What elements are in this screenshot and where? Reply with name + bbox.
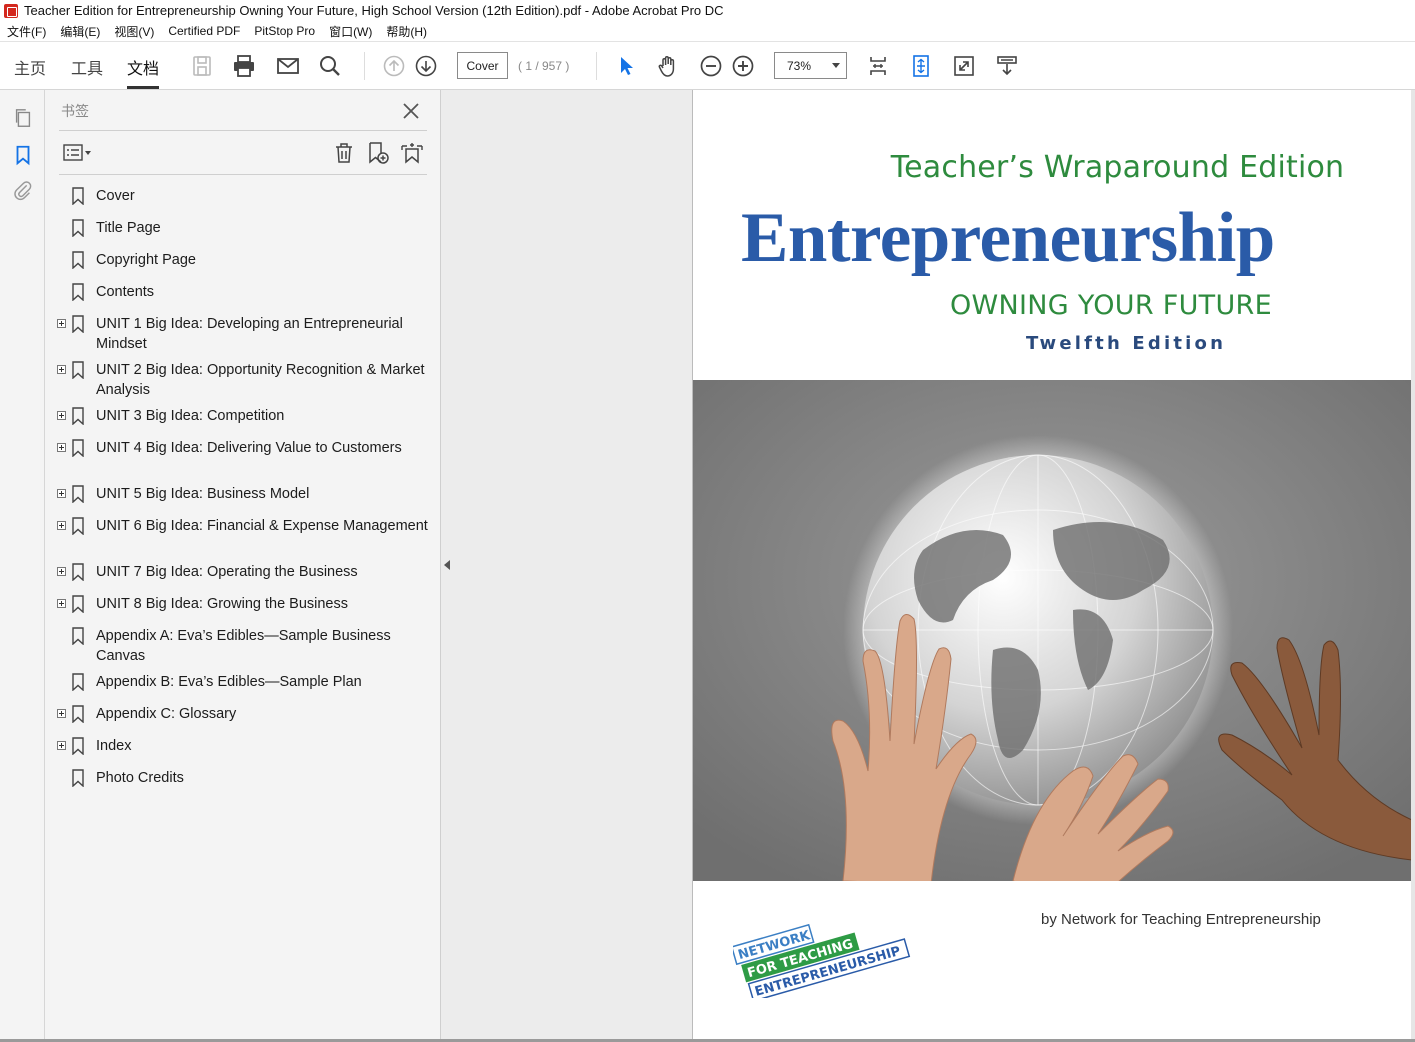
menu-edit[interactable]: 编辑(E) xyxy=(53,23,107,40)
cover-subtitle: OWNING YOUR FUTURE xyxy=(950,290,1272,321)
delete-bookmark-icon[interactable] xyxy=(331,140,357,166)
bookmark-label: Contents xyxy=(96,284,155,300)
bookmark-label: Appendix A: Eva’s Edibles—Sample Busines… xyxy=(96,628,391,664)
cover-byline: by Network for Teaching Entrepreneurship xyxy=(1041,911,1321,928)
bookmark-icon xyxy=(72,705,84,723)
window-title: Teacher Edition for Entrepreneurship Own… xyxy=(24,3,724,18)
fit-page-icon[interactable] xyxy=(907,52,935,80)
expand-icon[interactable] xyxy=(57,521,66,530)
zoom-in-icon[interactable] xyxy=(729,52,757,80)
cover-title: Entrepreneurship xyxy=(741,199,1275,277)
bookmark-label: UNIT 2 Big Idea: Opportunity Recognition… xyxy=(96,362,425,398)
window-titlebar: Teacher Edition for Entrepreneurship Own… xyxy=(0,0,1415,21)
tab-home[interactable]: 主页 xyxy=(14,55,46,79)
bookmark-label: Index xyxy=(96,738,132,754)
page-number-input[interactable]: Cover xyxy=(457,52,508,79)
bookmarks-panel: 书签 Cover Title Page Copyright Page Contents… xyxy=(45,90,441,1042)
bookmark-icon xyxy=(72,361,84,379)
cover-edition: Twelfth Edition xyxy=(1026,333,1227,354)
bookmark-label: Appendix C: Glossary xyxy=(96,706,237,722)
bookmark-label: Cover xyxy=(96,188,135,204)
next-page-icon[interactable] xyxy=(412,52,440,80)
bookmark-icon xyxy=(72,219,84,237)
bookmark-label: Copyright Page xyxy=(96,252,196,268)
bookmark-icon xyxy=(72,595,84,613)
expand-icon[interactable] xyxy=(57,709,66,718)
menu-help[interactable]: 帮助(H) xyxy=(379,23,434,40)
search-icon[interactable] xyxy=(316,52,344,80)
bookmark-icon xyxy=(72,251,84,269)
menu-window[interactable]: 窗口(W) xyxy=(322,23,379,40)
menu-view[interactable]: 视图(V) xyxy=(107,23,161,40)
previous-page-icon[interactable] xyxy=(380,52,408,80)
cover-globe-hands-photo xyxy=(693,380,1412,881)
bookmark-label: UNIT 1 Big Idea: Developing an Entrepren… xyxy=(96,316,403,352)
tab-document[interactable]: 文档 xyxy=(127,55,160,89)
bookmarks-icon[interactable] xyxy=(11,143,35,167)
zoom-out-icon[interactable] xyxy=(697,52,725,80)
page-display-icon[interactable] xyxy=(864,52,892,80)
bookmark-icon xyxy=(72,517,84,535)
document-gutter xyxy=(441,90,692,1042)
expand-icon[interactable] xyxy=(57,365,66,374)
panel-title: 书签 xyxy=(61,103,89,119)
bookmark-icon xyxy=(72,315,84,333)
bookmark-label: UNIT 5 Big Idea: Business Model xyxy=(96,486,310,502)
chevron-down-icon xyxy=(832,63,840,68)
expand-icon[interactable] xyxy=(57,319,66,328)
expand-icon[interactable] xyxy=(57,411,66,420)
acrobat-app-icon xyxy=(4,3,18,18)
bookmark-label: Appendix B: Eva’s Edibles—Sample Plan xyxy=(96,674,362,690)
bookmark-icon xyxy=(72,439,84,457)
bookmark-icon xyxy=(72,627,84,645)
full-screen-icon[interactable] xyxy=(950,52,978,80)
bookmark-label: UNIT 6 Big Idea: Financial & Expense Man… xyxy=(96,518,428,534)
bookmark-label: UNIT 7 Big Idea: Operating the Business xyxy=(96,564,358,580)
page-thumbnails-icon[interactable] xyxy=(11,106,35,130)
expand-icon[interactable] xyxy=(57,443,66,452)
tab-tools[interactable]: 工具 xyxy=(71,55,103,79)
bookmark-label: UNIT 3 Big Idea: Competition xyxy=(96,408,285,424)
read-mode-icon[interactable] xyxy=(993,52,1021,80)
expand-icon[interactable] xyxy=(57,741,66,750)
bookmark-icon xyxy=(72,485,84,503)
main-toolbar: 主页 工具 文档 xyxy=(0,42,1415,90)
menu-certified-pdf[interactable]: Certified PDF xyxy=(161,24,247,38)
nfte-logo: NETWORK FOR TEACHING ENTREPRENEURSHIP xyxy=(733,923,911,998)
zoom-value: 73% xyxy=(787,58,812,73)
menu-pitstop-pro[interactable]: PitStop Pro xyxy=(247,24,322,38)
menu-file[interactable]: 文件(F) xyxy=(0,23,53,40)
document-page: Teacher’s Wraparound Edition Entrepreneu… xyxy=(692,90,1412,1042)
bookmark-options-button[interactable] xyxy=(63,142,95,164)
bookmark-label: Title Page xyxy=(96,220,161,236)
attachments-icon[interactable] xyxy=(11,178,35,202)
expand-icon[interactable] xyxy=(57,567,66,576)
bookmark-from-selection-icon[interactable] xyxy=(399,140,425,166)
zoom-select[interactable]: 73% xyxy=(774,52,847,79)
expand-icon[interactable] xyxy=(57,599,66,608)
close-icon[interactable] xyxy=(400,100,422,122)
save-icon[interactable] xyxy=(188,52,216,80)
bookmark-icon xyxy=(72,407,84,425)
bookmark-icon xyxy=(72,187,84,205)
new-bookmark-icon[interactable] xyxy=(365,140,391,166)
page-count: ( 1 / 957 ) xyxy=(518,59,570,73)
bookmark-icon xyxy=(72,737,84,755)
bookmark-icon xyxy=(72,283,84,301)
bookmark-icon xyxy=(72,563,84,581)
bookmark-label: Photo Credits xyxy=(96,770,184,786)
menu-bar: 文件(F) 编辑(E) 视图(V) Certified PDF PitStop … xyxy=(0,21,1415,42)
bookmark-label: UNIT 4 Big Idea: Delivering Value to Cus… xyxy=(96,440,402,456)
navigation-rail xyxy=(0,90,45,1042)
bookmark-icon xyxy=(72,673,84,691)
cover-edition-line: Teacher’s Wraparound Edition xyxy=(890,150,1345,185)
bookmark-icon xyxy=(72,769,84,787)
bookmark-label: UNIT 8 Big Idea: Growing the Business xyxy=(96,596,348,612)
collapse-panel-icon[interactable] xyxy=(444,560,450,570)
select-pointer-icon[interactable] xyxy=(612,52,640,80)
print-icon[interactable] xyxy=(230,52,258,80)
hand-tool-icon[interactable] xyxy=(654,52,682,80)
email-icon[interactable] xyxy=(274,52,302,80)
expand-icon[interactable] xyxy=(57,489,66,498)
